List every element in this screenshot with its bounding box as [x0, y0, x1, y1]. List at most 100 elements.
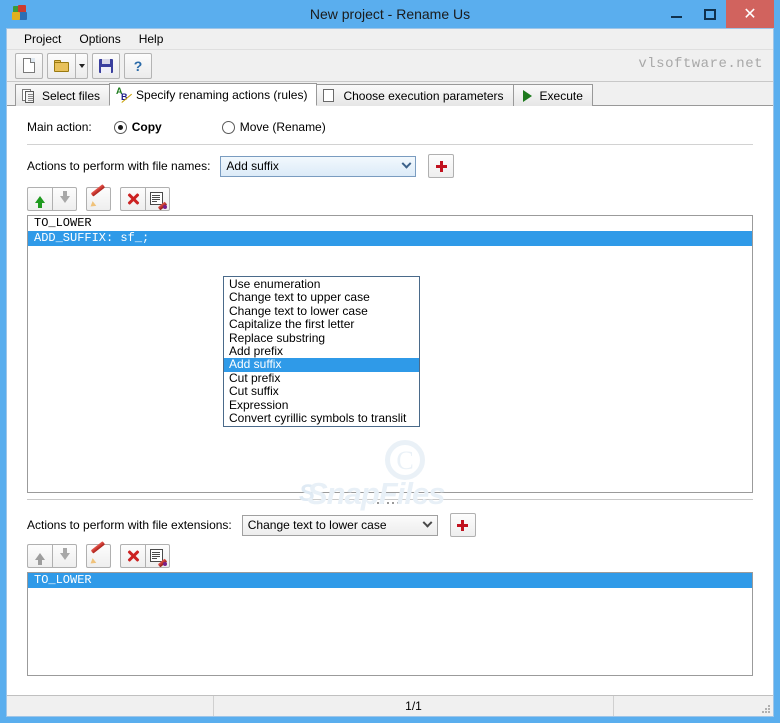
edit-rule-button[interactable]: [86, 184, 111, 211]
red-x-icon: [126, 192, 140, 206]
application-window: New project - Rename Us ✕ Project Option…: [0, 0, 780, 723]
chevron-down-icon: [397, 157, 415, 176]
plus-icon: [435, 160, 447, 172]
file-names-action-combo-value: Add suffix: [226, 159, 279, 173]
menu-bar: Project Options Help: [7, 29, 773, 50]
dropdown-option-add-prefix[interactable]: Add prefix: [224, 345, 419, 358]
parameters-icon: [323, 88, 338, 103]
file-names-label: Actions to perform with file names:: [27, 159, 211, 173]
chevron-down-icon: [419, 516, 437, 535]
file-names-action-row: Actions to perform with file names: Add …: [13, 149, 767, 183]
tab-execute[interactable]: Execute: [512, 84, 593, 106]
new-document-icon: [23, 58, 35, 73]
dropdown-option-add-suffix[interactable]: Add suffix: [224, 358, 419, 372]
file-names-reorder-group: [27, 187, 77, 211]
edit-rule-button[interactable]: [86, 541, 111, 568]
divider: [27, 144, 753, 145]
save-project-button[interactable]: [92, 52, 120, 79]
resize-grip-icon[interactable]: [760, 703, 770, 713]
tab-execute-label: Execute: [539, 88, 583, 103]
maximize-button[interactable]: [693, 0, 726, 28]
move-up-button[interactable]: [27, 544, 52, 568]
minimize-icon: [671, 16, 682, 18]
edit-properties-button[interactable]: [145, 187, 170, 211]
list-item[interactable]: TO_LOWER: [28, 216, 752, 231]
open-project-group: [47, 52, 88, 79]
main-toolbar: ? vlsoftware.net: [7, 50, 773, 82]
menu-options[interactable]: Options: [70, 30, 129, 48]
file-extensions-rules-list[interactable]: TO_LOWER: [27, 572, 753, 676]
tab-select-files-label: Select files: [42, 88, 101, 103]
file-names-edit-group: [120, 187, 170, 211]
file-extensions-label: Actions to perform with file extensions:: [27, 518, 232, 532]
document-pen-icon: [149, 548, 167, 567]
arrow-up-icon: [35, 195, 45, 208]
renaming-rules-page: Main action: Copy Move (Rename) Actions …: [7, 106, 773, 695]
file-names-list-toolbar: [13, 184, 767, 213]
dropdown-option-convert-cyrillic[interactable]: Convert cyrillic symbols to translit: [224, 412, 419, 425]
file-extensions-reorder-group: [27, 544, 77, 568]
arrow-up-icon: [35, 552, 45, 565]
radio-move-rename-label: Move (Rename): [239, 120, 326, 134]
window-controls: ✕: [660, 0, 774, 28]
dropdown-option-expression[interactable]: Expression: [224, 399, 419, 412]
radio-move-rename-indicator: [221, 120, 235, 134]
file-names-action-dropdown[interactable]: Use enumeration Change text to upper cas…: [223, 276, 420, 428]
dropdown-option-change-lower[interactable]: Change text to lower case: [224, 305, 419, 318]
arrow-down-icon: [59, 190, 70, 203]
panel-splitter[interactable]: [27, 499, 753, 508]
minimize-button[interactable]: [660, 0, 693, 28]
open-project-dropdown-button[interactable]: [75, 52, 88, 79]
maximize-icon: [703, 8, 716, 20]
tab-select-files[interactable]: Select files: [15, 84, 111, 106]
play-triangle-icon: [520, 88, 535, 103]
dropdown-option-cut-prefix[interactable]: Cut prefix: [224, 372, 419, 385]
add-file-extension-rule-button[interactable]: [449, 513, 476, 537]
file-extensions-action-combo[interactable]: Change text to lower case: [241, 514, 438, 536]
tab-specify-renaming-actions[interactable]: AB Specify renaming actions (rules): [109, 83, 318, 106]
pen-icon: [88, 184, 107, 209]
plus-icon: [457, 519, 469, 531]
delete-rule-button[interactable]: [120, 544, 145, 568]
edit-properties-button[interactable]: [145, 544, 170, 568]
list-item[interactable]: TO_LOWER: [28, 573, 752, 588]
radio-move-rename[interactable]: Move (Rename): [221, 120, 326, 134]
file-names-action-combo[interactable]: Add suffix: [220, 155, 417, 177]
move-up-button[interactable]: [27, 187, 52, 211]
move-down-button[interactable]: [52, 187, 77, 211]
tab-choose-execution-parameters[interactable]: Choose execution parameters: [316, 84, 514, 106]
tab-bar: Select files AB Specify renaming actions…: [7, 82, 773, 106]
ab-letters-icon: AB: [115, 86, 133, 103]
help-button[interactable]: ?: [124, 52, 152, 79]
delete-rule-button[interactable]: [120, 187, 145, 211]
list-item[interactable]: ADD_SUFFIX: sf_;: [28, 231, 752, 246]
dropdown-option-replace-substring[interactable]: Replace substring: [224, 332, 419, 345]
vendor-brand-text: vlsoftware.net: [638, 56, 763, 72]
new-project-button[interactable]: [15, 52, 43, 79]
dropdown-option-change-upper[interactable]: Change text to upper case: [224, 291, 419, 304]
radio-copy-indicator: [113, 120, 127, 134]
menu-help[interactable]: Help: [130, 30, 173, 48]
tab-specify-renaming-actions-label: Specify renaming actions (rules): [136, 87, 308, 102]
tab-choose-execution-parameters-label: Choose execution parameters: [343, 88, 504, 103]
document-pen-icon: [149, 191, 167, 210]
dropdown-option-capitalize[interactable]: Capitalize the first letter: [224, 318, 419, 331]
menu-project[interactable]: Project: [15, 30, 70, 48]
radio-copy[interactable]: Copy: [113, 120, 162, 134]
move-down-button[interactable]: [52, 544, 77, 568]
dropdown-option-cut-suffix[interactable]: Cut suffix: [224, 385, 419, 398]
open-project-button[interactable]: [47, 52, 75, 79]
add-file-name-rule-button[interactable]: [428, 154, 455, 178]
dropdown-option-use-enumeration[interactable]: Use enumeration: [224, 278, 419, 291]
status-cell-3: [614, 696, 773, 716]
splitter-grip: [372, 502, 408, 505]
close-button[interactable]: ✕: [726, 0, 774, 28]
red-x-icon: [126, 549, 140, 563]
main-action-label: Main action:: [27, 120, 92, 134]
floppy-save-icon: [99, 58, 113, 73]
arrow-down-icon: [59, 547, 70, 560]
close-icon: ✕: [743, 4, 757, 23]
file-extensions-edit-group: [120, 544, 170, 568]
file-extensions-section: Actions to perform with file extensions:…: [13, 508, 767, 676]
chevron-down-icon: [78, 63, 85, 68]
